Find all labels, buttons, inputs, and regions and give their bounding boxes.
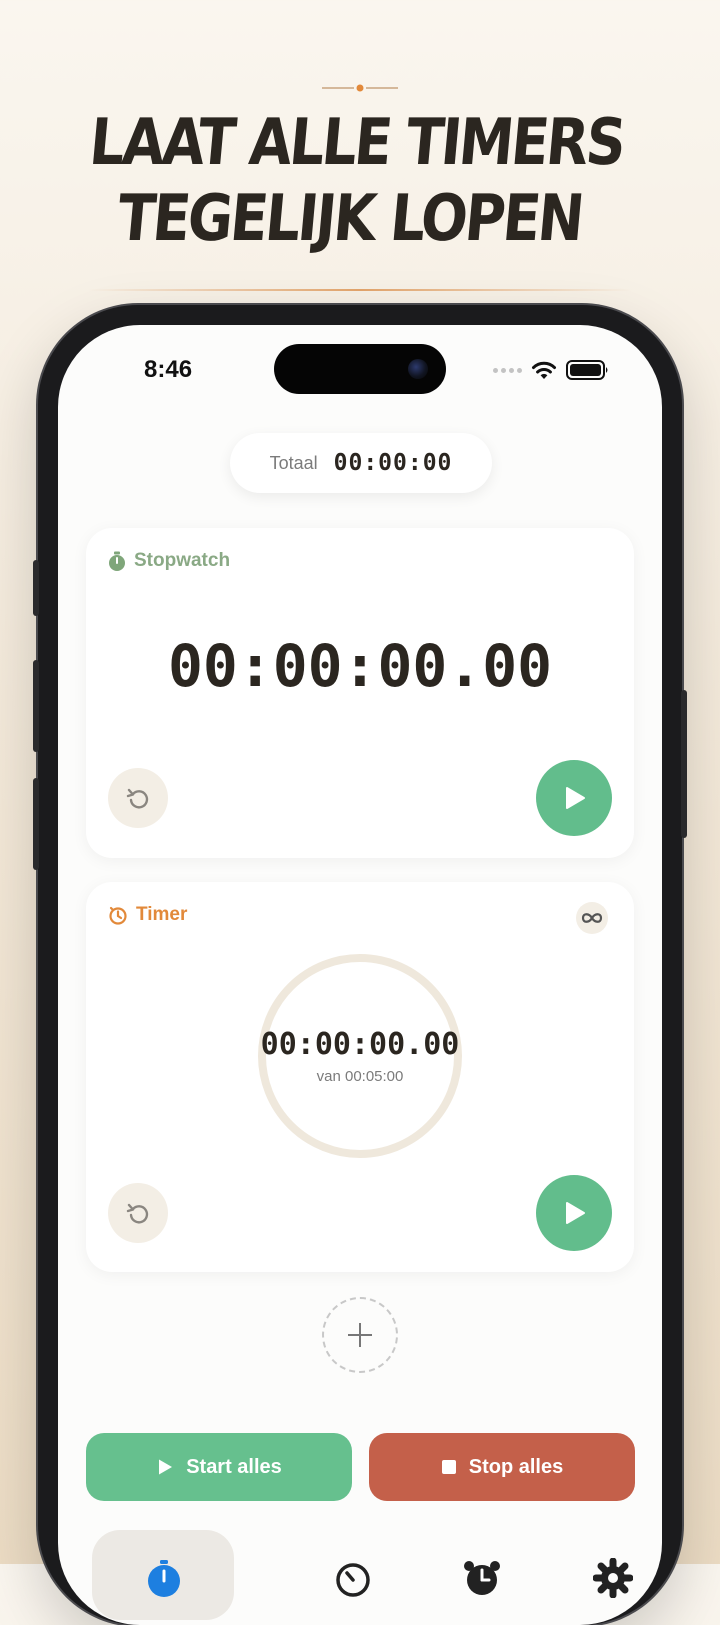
power-side-button [681, 690, 687, 838]
headline-line-2: TEGELIJK LOPEN [114, 182, 585, 256]
stopwatch-title: Stopwatch [134, 550, 231, 571]
stopwatch-time: 00:00:00.00 [167, 632, 553, 700]
stopwatch-card-header: Stopwatch [108, 550, 230, 572]
timer-icon [109, 906, 127, 925]
total-time-pill: Totaal 00:00:00 [230, 433, 492, 493]
stop-all-button[interactable]: Stop alles [369, 1433, 635, 1501]
play-icon [566, 1202, 585, 1224]
stopwatch-tab-icon[interactable] [144, 1558, 184, 1598]
timer-card[interactable]: Timer 00:00:00.00 van 00:05:00 [86, 882, 634, 1272]
status-icons [493, 359, 610, 381]
infinity-icon [581, 913, 603, 923]
headline: LAAT ALLE TIMERS TEGELIJK LOPEN [37, 105, 670, 257]
alarm-tab-icon[interactable] [462, 1558, 502, 1598]
action-side-button [33, 560, 39, 616]
camera-icon [408, 359, 428, 379]
stop-icon [441, 1460, 456, 1474]
stopwatch-play-button[interactable] [536, 760, 612, 836]
plus-icon [348, 1323, 372, 1347]
stopwatch-icon [109, 551, 125, 571]
dynamic-island [274, 344, 446, 394]
timer-tab-icon[interactable] [333, 1558, 373, 1598]
settings-tab-icon[interactable] [593, 1558, 633, 1598]
volume-down-side-button [33, 778, 39, 870]
timer-duration-subtitle: van 00:05:00 [316, 1068, 404, 1085]
stop-all-label: Stop alles [468, 1455, 564, 1478]
stopwatch-card[interactable]: Stopwatch 00:00:00.00 [86, 528, 634, 858]
add-timer-button[interactable] [322, 1297, 398, 1373]
play-icon [159, 1459, 173, 1475]
reset-icon [126, 1203, 149, 1224]
timer-time: 00:00:00.00 [260, 1027, 460, 1062]
timer-reset-button[interactable] [108, 1183, 168, 1243]
reset-icon [126, 788, 149, 809]
headline-underline [88, 289, 632, 291]
ornament-divider [322, 84, 398, 92]
total-label: Totaal [269, 452, 318, 473]
signal-dots-icon [493, 367, 522, 373]
play-icon [566, 787, 585, 809]
repeat-toggle[interactable] [576, 902, 608, 934]
wifi-icon [532, 361, 556, 379]
headline-line-1: LAAT ALLE TIMERS [86, 106, 627, 180]
tab-bar [86, 1520, 634, 1625]
timer-card-header: Timer [108, 904, 187, 926]
start-all-button[interactable]: Start alles [86, 1433, 352, 1501]
timer-play-button[interactable] [536, 1175, 612, 1251]
timer-title: Timer [136, 904, 188, 925]
stopwatch-reset-button[interactable] [108, 768, 168, 828]
volume-up-side-button [33, 660, 39, 752]
status-time: 8:46 [144, 356, 193, 383]
battery-icon [566, 360, 608, 380]
start-all-label: Start alles [186, 1455, 282, 1478]
total-value: 00:00:00 [333, 450, 453, 476]
app-screen: 8:46 Totaal 00:00:00 Stopwatch 00:00:00.… [58, 325, 662, 1625]
